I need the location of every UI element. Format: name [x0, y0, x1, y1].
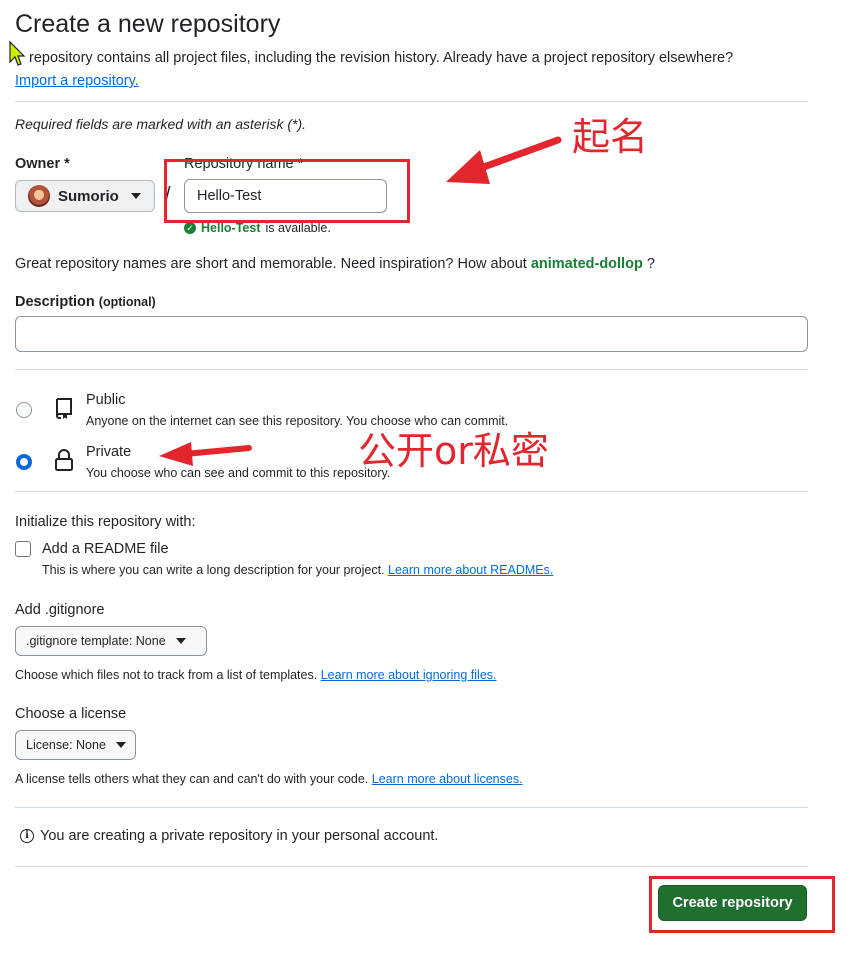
avatar	[28, 185, 50, 207]
name-suggestion: Great repository names are short and mem…	[15, 256, 655, 272]
annotation-name-note: 起名	[572, 115, 649, 159]
private-repo-notice: i You are creating a private repository …	[20, 828, 438, 844]
add-readme-label[interactable]: Add a README file	[42, 541, 169, 557]
suggested-name-button[interactable]: animated-dollop	[531, 256, 643, 272]
caret-down-icon	[130, 193, 141, 199]
annotation-box-create-button	[649, 876, 835, 933]
learn-more-ignoring-link[interactable]: Learn more about ignoring files.	[321, 668, 497, 682]
description-input[interactable]	[15, 316, 808, 352]
license-heading: Choose a license	[15, 706, 127, 722]
gitignore-desc-text: Choose which files not to track from a l…	[15, 668, 318, 682]
learn-more-readmes-link[interactable]: Learn more about READMEs.	[388, 563, 553, 577]
description-label-text: Description	[15, 294, 95, 310]
gitignore-template-dropdown[interactable]: .gitignore template: None	[15, 626, 207, 656]
description-label: Description (optional)	[15, 294, 156, 310]
visibility-public-radio[interactable]	[16, 402, 32, 418]
divider	[15, 491, 808, 492]
available-name: Hello-Test	[201, 221, 261, 235]
visibility-private-title: Private	[86, 444, 132, 460]
license-desc-text: A license tells others what they can and…	[15, 772, 369, 786]
license-label: License: None	[26, 738, 106, 752]
license-description: A license tells others what they can and…	[15, 772, 523, 786]
annotation-arrow-name	[446, 136, 562, 184]
repo-icon	[56, 398, 72, 419]
import-repository-link[interactable]: Import a repository.	[15, 73, 139, 89]
available-text: is available.	[265, 221, 331, 235]
gitignore-template-label: .gitignore template: None	[26, 634, 166, 648]
visibility-public-title: Public	[86, 392, 126, 408]
license-dropdown[interactable]: License: None	[15, 730, 136, 760]
check-circle-icon: ✓	[184, 222, 196, 234]
name-availability: ✓ Hello-Test is available.	[184, 221, 331, 235]
gitignore-description: Choose which files not to track from a l…	[15, 668, 497, 682]
suggestion-suffix: ?	[646, 256, 655, 272]
gitignore-heading: Add .gitignore	[15, 602, 105, 618]
annotation-arrow-visibility	[159, 442, 252, 466]
annotation-box-repo-name	[164, 159, 410, 223]
required-fields-note: Required fields are marked with an aster…	[15, 116, 307, 132]
notice-text: You are creating a private repository in…	[40, 828, 439, 844]
owner-name: Sumorio	[58, 187, 119, 205]
initialize-heading: Initialize this repository with:	[15, 514, 196, 530]
suggestion-prefix: Great repository names are short and mem…	[15, 256, 527, 272]
readme-desc-text: This is where you can write a long descr…	[42, 563, 385, 577]
divider	[15, 101, 808, 102]
info-icon: i	[20, 829, 34, 843]
learn-more-licenses-link[interactable]: Learn more about licenses.	[372, 772, 523, 786]
readme-description: This is where you can write a long descr…	[42, 563, 553, 577]
divider	[15, 866, 808, 867]
caret-down-icon	[115, 742, 126, 748]
add-readme-checkbox[interactable]	[15, 541, 31, 557]
owner-label: Owner *	[15, 156, 70, 172]
visibility-private-radio[interactable]	[16, 454, 32, 470]
lock-icon	[55, 449, 73, 471]
intro-text: repository contains all project files, i…	[29, 50, 734, 66]
divider	[15, 807, 808, 808]
caret-down-icon	[175, 638, 186, 644]
divider	[15, 369, 808, 370]
owner-dropdown[interactable]: Sumorio	[15, 180, 155, 212]
optional-tag: (optional)	[98, 295, 156, 309]
page-title: Create a new repository	[15, 10, 281, 38]
annotation-visibility-note: 公开or私密	[358, 429, 549, 473]
